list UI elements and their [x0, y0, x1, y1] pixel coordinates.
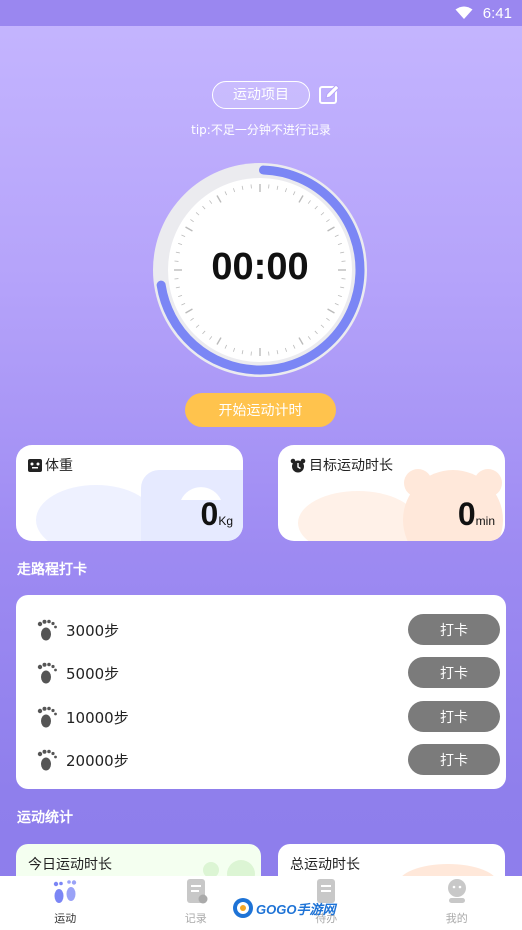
start-exercise-button[interactable]: 开始运动计时	[185, 393, 336, 427]
walk-item-label: 3000步	[66, 621, 120, 640]
footprint-icon	[37, 662, 57, 684]
tab-label: 我的	[445, 912, 468, 925]
today-duration-label: 今日运动时长	[28, 857, 112, 873]
stats-section-title: 运动统计	[17, 810, 73, 826]
footprint-icon	[37, 619, 57, 641]
edit-icon[interactable]	[318, 84, 340, 106]
checkin-button[interactable]: 打卡	[408, 614, 500, 645]
checkin-button[interactable]: 打卡	[408, 701, 500, 732]
watermark-logo-icon	[233, 898, 253, 918]
goal-card-title: 目标运动时长	[290, 455, 393, 475]
walk-checkin-card: 3000步 打卡 5000步 打卡 10000步 打卡 20000步 打卡	[16, 595, 506, 789]
scale-icon	[28, 458, 42, 472]
walk-item-3000: 3000步 打卡	[36, 614, 500, 646]
weight-card-title: 体重	[28, 455, 73, 475]
sport-item-button[interactable]: 运动项目	[212, 81, 310, 109]
status-time: 6:41	[482, 4, 512, 22]
tab-label: 运动	[54, 912, 77, 925]
walk-section-title: 走路程打卡	[17, 562, 87, 578]
walk-item-10000: 10000步 打卡	[36, 701, 500, 733]
footprint-icon	[37, 706, 57, 728]
walk-item-5000: 5000步 打卡	[36, 657, 500, 689]
goal-value: 0min	[458, 496, 495, 533]
weight-unit: Kg	[218, 514, 233, 528]
watermark-text: GOGO手游网	[256, 901, 336, 917]
weight-number: 0	[200, 496, 219, 532]
walk-item-20000: 20000步 打卡	[36, 744, 500, 776]
walk-item-label: 20000步	[66, 751, 129, 770]
tip-text: tip:不足一分钟不进行记录	[191, 123, 331, 137]
record-icon	[186, 879, 208, 904]
footprint-icon	[37, 749, 57, 771]
watermark: GOGO手游网	[232, 896, 335, 920]
checkin-button[interactable]: 打卡	[408, 744, 500, 775]
alarm-clock-icon	[290, 458, 306, 472]
walk-item-label: 10000步	[66, 708, 129, 727]
status-bar: 6:41	[0, 0, 522, 26]
tab-profile[interactable]: 我的	[392, 876, 522, 930]
goal-duration-card[interactable]: 目标运动时长 0min	[278, 445, 505, 541]
checkin-button[interactable]: 打卡	[408, 657, 500, 688]
goal-title-label: 目标运动时长	[309, 458, 393, 474]
footprint-icon	[54, 880, 77, 903]
walk-item-label: 5000步	[66, 664, 120, 683]
total-duration-label: 总运动时长	[290, 857, 360, 873]
goal-number: 0	[457, 496, 476, 532]
wifi-icon	[455, 6, 473, 19]
timer-display: 00:00	[211, 246, 309, 288]
weight-card[interactable]: 体重 0Kg	[16, 445, 243, 541]
tab-label: 记录	[184, 912, 207, 925]
tab-exercise[interactable]: 运动	[0, 876, 131, 930]
profile-icon	[447, 879, 466, 903]
header: 运动项目	[0, 81, 522, 109]
goal-unit: min	[475, 514, 495, 528]
weight-title-label: 体重	[45, 458, 73, 474]
weight-value: 0Kg	[201, 496, 233, 533]
